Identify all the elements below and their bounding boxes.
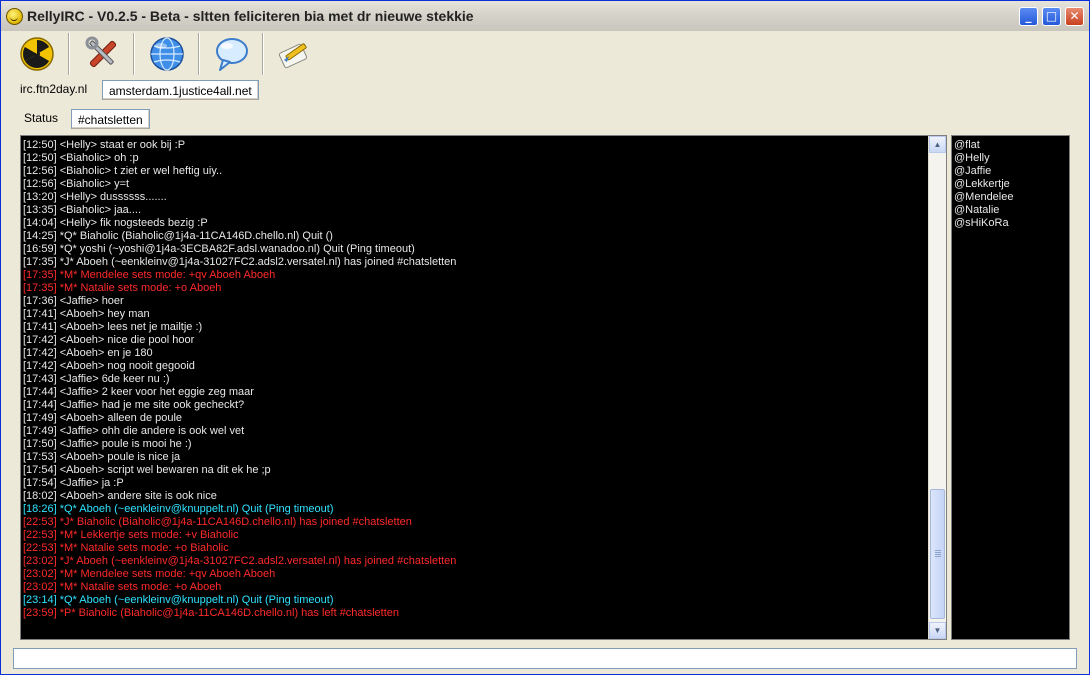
- chat-line: [17:49] <Aboeh> alleen de poule: [23, 412, 183, 424]
- chat-line: [17:35] *M* Mendelee sets mode: +qv Aboe…: [23, 269, 276, 281]
- chat-line: [22:53] *M* Natalie sets mode: +o Biahol…: [23, 542, 229, 554]
- chat-panel: [12:50] <Helly> staat er ook bij :P [12:5…: [20, 135, 947, 640]
- toolbar-separator: [262, 33, 264, 75]
- scroll-grip-icon: [935, 550, 941, 558]
- window-title: RellyIRC - V0.2.5 - Beta - sltten felici…: [27, 8, 474, 24]
- chat-line: [17:50] <Jaffie> poule is mooi he :): [23, 438, 192, 450]
- chat-line: [17:36] <Jaffie> hoer: [23, 295, 124, 307]
- chat-line: [17:54] <Aboeh> script wel bewaren na di…: [23, 464, 271, 476]
- nick-list: @flat @Helly @Jaffie @Lekkertje @Mendelee @Na…: [954, 139, 1066, 230]
- nick-item[interactable]: @Mendelee: [954, 191, 1066, 204]
- chat-line: [23:02] *M* Mendelee sets mode: +qv Aboe…: [23, 568, 276, 580]
- globe-icon[interactable]: [147, 34, 187, 74]
- tab-server-amsterdam[interactable]: amsterdam.1justice4all.net: [102, 80, 259, 100]
- nick-item[interactable]: @flat: [954, 139, 1066, 152]
- chat-line: [17:54] <Jaffie> ja :P: [23, 477, 124, 489]
- tab-status[interactable]: Status: [18, 108, 64, 128]
- chat-line: [17:42] <Aboeh> en je 180: [23, 347, 153, 359]
- nick-item[interactable]: @Lekkertje: [954, 178, 1066, 191]
- chat-line: [17:42] <Aboeh> nog nooit gegooid: [23, 360, 195, 372]
- radiation-icon[interactable]: [17, 34, 57, 74]
- chat-line: [12:56] <Biaholic> y=t: [23, 178, 130, 190]
- chat-line: [17:44] <Jaffie> 2 keer voor het eggie z…: [23, 386, 254, 398]
- chat-log[interactable]: [12:50] <Helly> staat er ook bij :P [12:5…: [23, 139, 926, 638]
- chat-line: [12:50] <Biaholic> oh :p: [23, 152, 139, 164]
- chat-line: [17:44] <Jaffie> had je me site ook gech…: [23, 399, 245, 411]
- scroll-up-button[interactable]: ▲: [929, 136, 946, 153]
- chat-line: [12:56] <Biaholic> t ziet er wel heftig …: [23, 165, 223, 177]
- maximize-button[interactable]: □: [1042, 7, 1061, 26]
- toolbar: [1, 31, 1089, 77]
- chat-line: [13:20] <Helly> dussssss.......: [23, 191, 167, 203]
- chat-line: [23:02] *M* Natalie sets mode: +o Aboeh: [23, 581, 222, 593]
- chat-line: [13:35] <Biaholic> jaa....: [23, 204, 142, 216]
- nick-item[interactable]: @sHiKoRa: [954, 217, 1066, 230]
- chat-line: [17:53] <Aboeh> poule is nice ja: [23, 451, 181, 463]
- chat-line: [14:25] *Q* Biaholic (Biaholic@1j4a-11CA…: [23, 230, 333, 242]
- chat-line: [17:42] <Aboeh> nice die pool hoor: [23, 334, 195, 346]
- chat-line: [23:14] *Q* Aboeh (~eenkleinv@knuppelt.n…: [23, 594, 334, 606]
- pen-note-icon[interactable]: [275, 34, 315, 74]
- scroll-down-button[interactable]: ▼: [929, 622, 946, 639]
- chat-line: [22:53] *J* Biaholic (Biaholic@1j4a-11CA…: [23, 516, 412, 528]
- chat-line: [17:35] *J* Aboeh (~eenkleinv@1j4a-31027…: [23, 256, 457, 268]
- tab-chatsletten[interactable]: #chatsletten: [71, 109, 150, 129]
- chat-line: [18:26] *Q* Aboeh (~eenkleinv@knuppelt.n…: [23, 503, 334, 515]
- chat-line: [17:35] *M* Natalie sets mode: +o Aboeh: [23, 282, 222, 294]
- chat-line: [17:41] <Aboeh> hey man: [23, 308, 150, 320]
- chat-scrollbar[interactable]: ▲ ▼: [928, 136, 946, 639]
- chat-line: [18:02] <Aboeh> andere site is ook nice: [23, 490, 217, 502]
- chat-line: [23:59] *P* Biaholic (Biaholic@1j4a-11CA…: [23, 607, 400, 619]
- minimize-button[interactable]: _: [1019, 7, 1038, 26]
- chat-line: [17:41] <Aboeh> lees net je mailtje :): [23, 321, 203, 333]
- nick-item[interactable]: @Jaffie: [954, 165, 1066, 178]
- tab-server-ftn2day[interactable]: irc.ftn2day.nl: [14, 79, 93, 99]
- chat-line: [22:53] *M* Lekkertje sets mode: +v Biah…: [23, 529, 239, 541]
- chat-line: [12:50] <Helly> staat er ook bij :P: [23, 139, 186, 151]
- scroll-thumb[interactable]: [930, 489, 945, 619]
- chat-line: [16:59] *Q* yoshi (~yoshi@1j4a-3ECBA82F.…: [23, 243, 415, 255]
- message-input[interactable]: [13, 648, 1077, 669]
- toolbar-separator: [198, 33, 200, 75]
- chat-line: [17:49] <Jaffie> ohh die andere is ook w…: [23, 425, 245, 437]
- main-window: RellyIRC - V0.2.5 - Beta - sltten felici…: [0, 0, 1090, 675]
- chat-line: [17:43] <Jaffie> 6de keer nu :): [23, 373, 170, 385]
- toolbar-separator: [68, 33, 70, 75]
- chat-line: [23:02] *J* Aboeh (~eenkleinv@1j4a-31027…: [23, 555, 457, 567]
- server-tab-bar: irc.ftn2day.nl amsterdam.1justice4all.ne…: [1, 79, 1089, 103]
- close-button[interactable]: ✕: [1065, 7, 1084, 26]
- speech-bubble-icon[interactable]: [212, 34, 252, 74]
- chat-line: [14:04] <Helly> fik nogsteeds bezig :P: [23, 217, 208, 229]
- title-bar[interactable]: RellyIRC - V0.2.5 - Beta - sltten felici…: [1, 1, 1089, 31]
- nick-item[interactable]: @Helly: [954, 152, 1066, 165]
- toolbar-separator: [133, 33, 135, 75]
- smiley-app-icon[interactable]: [6, 8, 23, 25]
- nick-item[interactable]: @Natalie: [954, 204, 1066, 217]
- tools-icon[interactable]: [83, 34, 123, 74]
- nick-list-panel: @flat @Helly @Jaffie @Lekkertje @Mendelee @Na…: [951, 135, 1070, 640]
- channel-tab-bar: Status #chatsletten: [1, 108, 1089, 132]
